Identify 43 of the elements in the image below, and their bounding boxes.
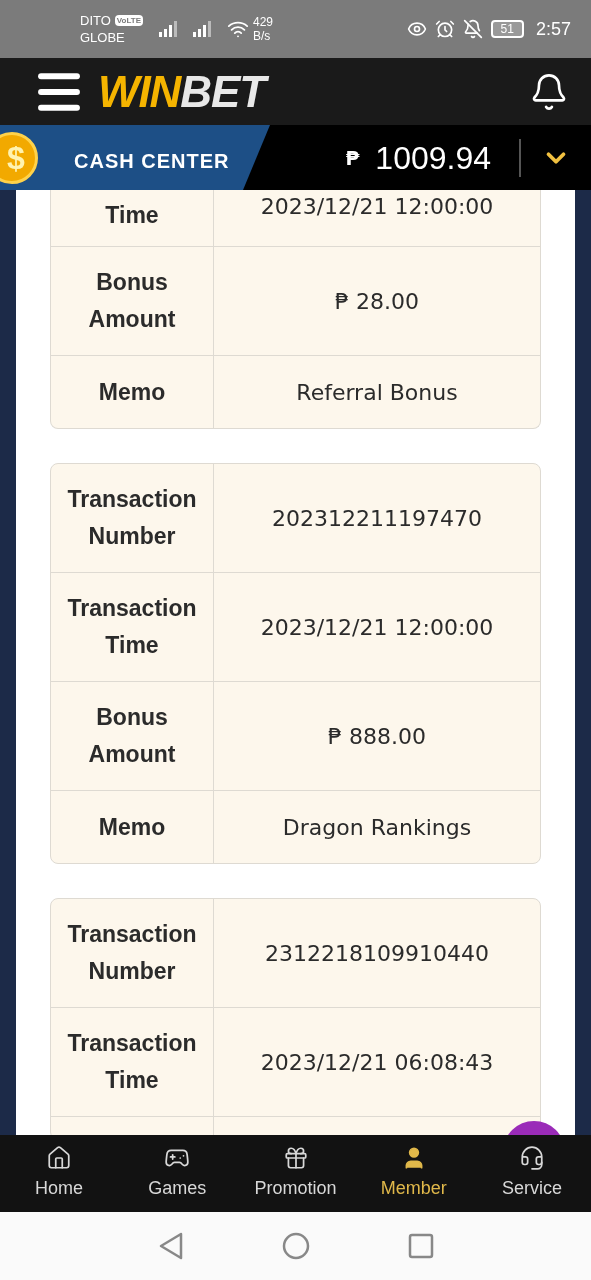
field-label: Transaction Number <box>66 920 198 986</box>
nav-tab[interactable]: Service <box>472 1135 591 1212</box>
volte-badge: VoLTE <box>114 15 143 26</box>
home-button-icon[interactable] <box>281 1232 310 1260</box>
nav-tab[interactable]: Home <box>0 1135 119 1212</box>
field-value: 2312218109910440 <box>265 939 489 968</box>
cash-center-label: CASH CENTER <box>74 149 230 174</box>
headset-icon <box>518 1145 545 1171</box>
field-label: Bonus Amount <box>87 268 177 334</box>
nav-tab[interactable]: Member <box>354 1135 473 1212</box>
field-label: Transaction Time <box>66 594 198 660</box>
field-label: Transaction Number <box>66 485 198 551</box>
field-value: ₱ 28.00 <box>335 287 419 316</box>
field-value: ₱ 888.00 <box>328 722 426 751</box>
back-icon[interactable] <box>157 1232 184 1260</box>
nav-tab[interactable]: Games <box>118 1135 237 1212</box>
field-value: 2023/12/21 06:08:43 <box>260 1048 494 1077</box>
alarm-icon <box>434 19 455 39</box>
home-icon <box>46 1145 73 1171</box>
clock-time: 2:57 <box>535 17 571 41</box>
carrier-name: DITO <box>80 12 111 29</box>
coin-icon: $ <box>0 131 38 184</box>
network-speed: 429 <box>253 15 273 29</box>
field-label: Bonus Amount <box>87 703 177 769</box>
eye-icon <box>406 19 427 39</box>
speed-unit: B/s <box>253 29 272 43</box>
field-label: Memo <box>98 377 166 407</box>
balance-amount: 1009.94 <box>375 138 491 178</box>
currency-symbol: ₱ <box>345 144 360 172</box>
carrier-name: GLOBE <box>80 29 126 46</box>
field-label: Transaction Time <box>66 1029 198 1095</box>
nav-tab[interactable]: Promotion <box>236 1135 355 1212</box>
recent-apps-icon[interactable] <box>407 1233 434 1259</box>
field-value: Dragon Rankings <box>282 813 472 842</box>
field-value: Referral Bonus <box>296 378 458 407</box>
field-label: Memo <box>98 812 166 842</box>
gift-icon <box>282 1145 309 1171</box>
field-value: 202312211197470 <box>272 504 482 533</box>
field-label: Time <box>105 201 159 230</box>
battery-icon: 51 <box>490 20 524 38</box>
bell-off-icon <box>462 19 483 39</box>
field-value: 2023/12/21 12:00:00 <box>260 193 494 221</box>
field-value: 2023/12/21 12:00:00 <box>260 613 494 642</box>
